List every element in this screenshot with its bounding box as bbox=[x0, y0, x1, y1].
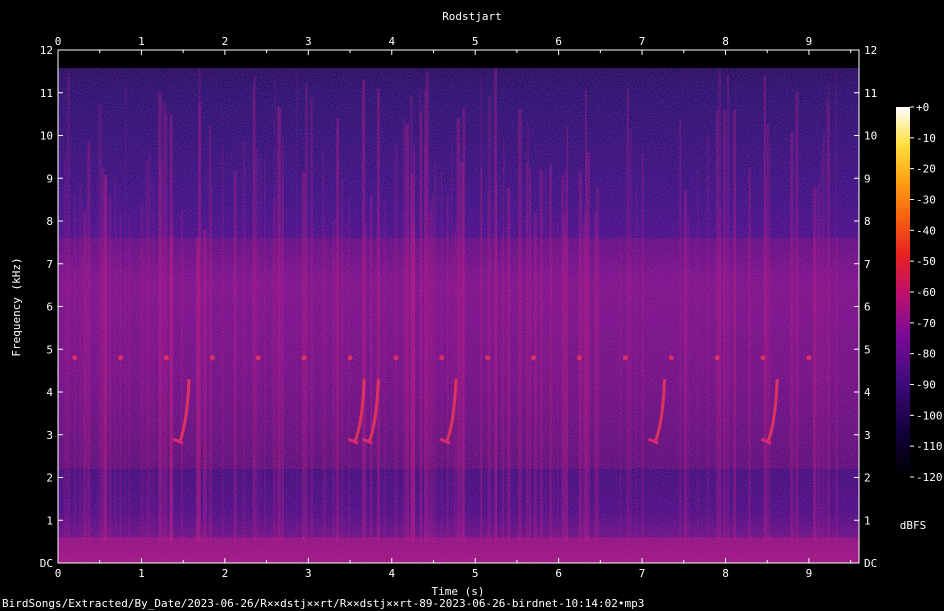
y-tick-label-right: 9 bbox=[864, 172, 871, 185]
y-tick-label-right: 5 bbox=[864, 343, 871, 356]
y-tick-label-right: 6 bbox=[864, 301, 871, 314]
x-tick-label-top: 3 bbox=[305, 35, 312, 48]
y-tick-label: 8 bbox=[46, 215, 53, 228]
file-path-caption: BirdSongs/Extracted/By_Date/2023-06-26/R… bbox=[2, 597, 645, 610]
y-tick-label: 12 bbox=[40, 44, 53, 57]
y-tick-label: 11 bbox=[40, 87, 53, 100]
y-tick-label-right: 7 bbox=[864, 258, 871, 271]
colorbar-tick-label: -40 bbox=[916, 224, 936, 237]
x-tick-label-top: 1 bbox=[138, 35, 145, 48]
y-tick-label: 9 bbox=[46, 172, 53, 185]
colorbar-tick-label: -10 bbox=[916, 132, 936, 145]
colorbar-ticks: +0 -10 -20 -30 -40 -50 -60 -70 -80 -90 -100 -110 -12… bbox=[910, 101, 943, 484]
colorbar-tick-label: -110 bbox=[916, 440, 943, 453]
colorbar-tick-label: -20 bbox=[916, 163, 936, 176]
spectrogram-chart: Rodstjart 00112233445566778899 DC DC1 12 23… bbox=[10, 10, 943, 598]
y-tick-label: 5 bbox=[46, 343, 53, 356]
colorbar-tick-label: -90 bbox=[916, 379, 936, 392]
x-tick-label: 2 bbox=[222, 567, 229, 580]
y-tick-label: 1 bbox=[46, 514, 53, 527]
x-tick-label-top: 4 bbox=[388, 35, 395, 48]
y-tick-label-right: 10 bbox=[864, 130, 877, 143]
spectrogram-top-silence bbox=[58, 50, 859, 68]
y-tick-label-right: DC bbox=[864, 557, 877, 570]
y-tick-label: 3 bbox=[46, 429, 53, 442]
x-tick-label-top: 7 bbox=[639, 35, 646, 48]
colorbar-tick-label: +0 bbox=[916, 101, 929, 114]
y-tick-label: 10 bbox=[40, 130, 53, 143]
x-tick-label: 1 bbox=[138, 567, 145, 580]
y-tick-label-right: 4 bbox=[864, 386, 871, 399]
chart-title: Rodstjart bbox=[442, 10, 502, 23]
colorbar-tick-label: -80 bbox=[916, 348, 936, 361]
colorbar-tick-label: -120 bbox=[916, 471, 943, 484]
x-tick-label-top: 5 bbox=[472, 35, 479, 48]
colorbar-label: dBFS bbox=[900, 519, 927, 532]
x-tick-label-top: 6 bbox=[555, 35, 562, 48]
x-tick-label-top: 9 bbox=[806, 35, 813, 48]
colorbar-tick-label: -70 bbox=[916, 317, 936, 330]
x-tick-label: 0 bbox=[55, 567, 62, 580]
y-tick-label-right: 2 bbox=[864, 472, 871, 485]
y-tick-label-right: 3 bbox=[864, 429, 871, 442]
colorbar-gradient bbox=[896, 107, 910, 477]
x-tick-label: 5 bbox=[472, 567, 479, 580]
colorbar-tick-label: -100 bbox=[916, 409, 943, 422]
y-axis-label: Frequency (kHz) bbox=[10, 257, 23, 356]
x-tick-label: 4 bbox=[388, 567, 395, 580]
colorbar: +0 -10 -20 -30 -40 -50 -60 -70 -80 -90 -100 -110 -12… bbox=[896, 101, 943, 532]
x-tick-label: 3 bbox=[305, 567, 312, 580]
y-tick-label-right: 8 bbox=[864, 215, 871, 228]
spectrogram-noise bbox=[58, 68, 859, 563]
colorbar-tick-label: -60 bbox=[916, 286, 936, 299]
y-tick-label: 7 bbox=[46, 258, 53, 271]
colorbar-tick-label: -50 bbox=[916, 255, 936, 268]
x-tick-label-top: 8 bbox=[722, 35, 729, 48]
y-tick-label: 6 bbox=[46, 301, 53, 314]
y-tick-label-right: 12 bbox=[864, 44, 877, 57]
x-tick-label-top: 2 bbox=[222, 35, 229, 48]
y-tick-label: DC bbox=[40, 557, 53, 570]
x-tick-label: 8 bbox=[722, 567, 729, 580]
y-tick-label: 2 bbox=[46, 472, 53, 485]
y-tick-label-right: 11 bbox=[864, 87, 877, 100]
x-tick-label: 6 bbox=[555, 567, 562, 580]
x-tick-label: 7 bbox=[639, 567, 646, 580]
y-tick-label-right: 1 bbox=[864, 514, 871, 527]
x-tick-label-top: 0 bbox=[55, 35, 62, 48]
spectrogram-plot bbox=[57, 49, 860, 564]
x-tick-label: 9 bbox=[806, 567, 813, 580]
colorbar-tick-label: -30 bbox=[916, 194, 936, 207]
y-tick-label: 4 bbox=[46, 386, 53, 399]
